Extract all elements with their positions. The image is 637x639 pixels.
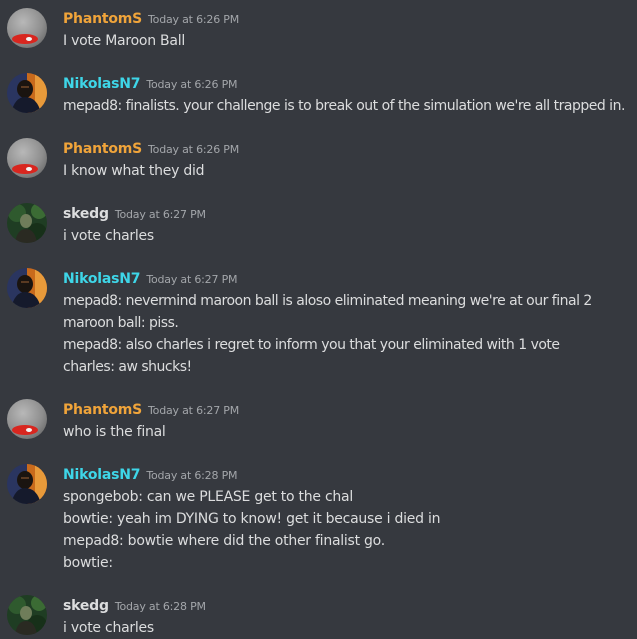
message-text: i vote charles xyxy=(63,620,154,636)
timestamp: Today at 6:28 PM xyxy=(146,469,238,482)
timestamp: Today at 6:27 PM xyxy=(114,208,206,221)
message-text: bowtie: yeah im DYING to know! get it be… xyxy=(63,511,441,527)
message-content: I know what they did xyxy=(63,160,205,182)
dark-figure-orange-backdrop-avatar[interactable] xyxy=(7,73,47,113)
message-header: skedg Today at 6:27 PM xyxy=(63,203,206,225)
message-text: I vote Maroon Ball xyxy=(63,33,186,49)
message-text: mepad8: finalists. your challenge is to … xyxy=(63,98,625,114)
username[interactable]: skedg xyxy=(63,598,109,614)
green-forest-figure-avatar[interactable] xyxy=(7,203,47,243)
message-text: who is the final xyxy=(63,424,166,440)
username[interactable]: NikolasN7 xyxy=(63,467,141,483)
username[interactable]: PhantomS xyxy=(63,141,142,157)
message-text: mepad8: nevermind maroon ball is aloso e… xyxy=(63,293,592,309)
message-content: mepad8: finalists. your challenge is to … xyxy=(63,95,625,117)
message-header: skedg Today at 6:28 PM xyxy=(63,595,206,617)
timestamp: Today at 6:26 PM xyxy=(148,143,240,156)
message-content: i vote charles xyxy=(63,617,154,639)
message-content: who is the final xyxy=(63,421,166,443)
message-text: charles: aw shucks! xyxy=(63,359,192,375)
message-header: PhantomS Today at 6:26 PM xyxy=(63,8,239,30)
username[interactable]: PhantomS xyxy=(63,402,142,418)
grey-orb-red-tag-avatar[interactable] xyxy=(7,8,47,48)
message-text: spongebob: can we PLEASE get to the chal xyxy=(63,489,353,505)
message-text: mepad8: also charles i regret to inform … xyxy=(63,337,560,353)
message-text: maroon ball: piss. xyxy=(63,315,179,331)
timestamp: Today at 6:27 PM xyxy=(148,404,240,417)
username[interactable]: NikolasN7 xyxy=(63,76,141,92)
message-content: i vote charles xyxy=(63,225,154,247)
timestamp: Today at 6:27 PM xyxy=(146,273,238,286)
message-content: mepad8: nevermind maroon ball is aloso e… xyxy=(63,290,592,378)
username[interactable]: PhantomS xyxy=(63,11,142,27)
dark-figure-orange-backdrop-avatar[interactable] xyxy=(7,464,47,504)
message-text: I know what they did xyxy=(63,163,205,179)
message-text: i vote charles xyxy=(63,228,154,244)
message-text: bowtie: xyxy=(63,555,113,571)
message-header: PhantomS Today at 6:26 PM xyxy=(63,138,239,160)
username[interactable]: NikolasN7 xyxy=(63,271,141,287)
message-header: NikolasN7 Today at 6:27 PM xyxy=(63,268,237,290)
message-header: PhantomS Today at 6:27 PM xyxy=(63,399,239,421)
timestamp: Today at 6:26 PM xyxy=(146,78,238,91)
message-text: mepad8: bowtie where did the other final… xyxy=(63,533,385,549)
username[interactable]: skedg xyxy=(63,206,109,222)
grey-orb-red-tag-avatar[interactable] xyxy=(7,138,47,178)
chat-message-list: PhantomS Today at 6:26 PM I vote Maroon Ba… xyxy=(0,0,637,639)
message-header: NikolasN7 Today at 6:26 PM xyxy=(63,73,237,95)
dark-figure-orange-backdrop-avatar[interactable] xyxy=(7,268,47,308)
message-header: NikolasN7 Today at 6:28 PM xyxy=(63,464,237,486)
timestamp: Today at 6:28 PM xyxy=(114,600,206,613)
grey-orb-red-tag-avatar[interactable] xyxy=(7,399,47,439)
message-content: spongebob: can we PLEASE get to the chal… xyxy=(63,486,440,574)
green-forest-figure-avatar[interactable] xyxy=(7,595,47,635)
message-content: I vote Maroon Ball xyxy=(63,30,185,52)
timestamp: Today at 6:26 PM xyxy=(148,13,240,26)
